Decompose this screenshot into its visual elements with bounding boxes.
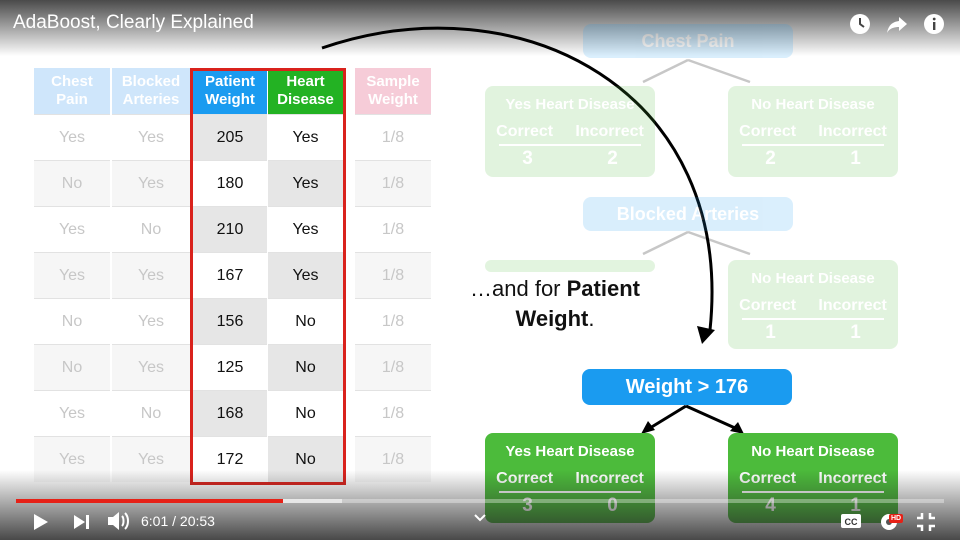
table-cell: No [34,344,110,390]
table-cell: Yes [112,298,190,344]
table-cell: Yes [34,206,110,252]
info-icon[interactable] [922,12,946,36]
tree-root-chest-pain: Chest Pain [583,24,793,58]
tree-root-blocked-arteries: Blocked Arteries [583,197,793,231]
table-cell: Yes [112,252,190,298]
table-cell: No [34,160,110,206]
chevron-down-icon[interactable] [474,513,486,523]
leaf-title: Yes Heart Disease [505,96,635,113]
leaf-title: No Heart Disease [751,96,875,113]
table-cell: 1/8 [355,206,431,252]
leaf-correct-label: Correct [496,123,554,140]
table-cell: 1/8 [355,160,431,206]
table-cell: Yes [34,252,110,298]
table-cell: 1/8 [355,252,431,298]
table-cell: 1/8 [355,390,431,436]
caption-suffix: . [588,306,595,331]
leaf-correct-value: 3 [522,148,533,169]
header-chest-pain: Chest Pain [34,68,110,114]
video-title[interactable]: AdaBoost, Clearly Explained [13,12,254,34]
volume-icon[interactable] [106,510,130,532]
tree-root-weight: Weight > 176 [582,369,792,405]
leaf-incorrect-label: Incorrect [818,297,887,314]
table-cell: Yes [34,390,110,436]
header-blocked-arteries: Blocked Arteries [112,68,190,114]
table-cell: No [34,298,110,344]
progress-played [16,499,283,503]
table-cell: 1/8 [355,344,431,390]
next-icon[interactable] [72,513,92,531]
leaf-incorrect-value: 1 [850,148,861,169]
leaf-title: No Heart Disease [751,270,875,287]
clock-icon[interactable] [848,12,872,36]
leaf-incorrect-label: Incorrect [818,123,887,140]
header-sample-weight: Sample Weight [355,68,431,114]
controls-shade [0,470,960,540]
leaf-correct-value: 2 [765,148,776,169]
column-chest-pain: Chest Pain Yes No Yes Yes No No Yes Yes [34,68,110,482]
table-cell: 1/8 [355,114,431,160]
table-cell: Yes [112,160,190,206]
tree-leaf-chest-no: No Heart Disease Correct Incorrect 2 1 [728,86,898,177]
table-cell: Yes [112,344,190,390]
column-sample-weight: Sample Weight 1/8 1/8 1/8 1/8 1/8 1/8 1/… [355,68,431,482]
table-cell: No [112,206,190,252]
highlight-box [190,68,346,485]
leaf-title: Yes Heart Disease [505,443,635,460]
table-cell: Yes [34,114,110,160]
play-icon[interactable] [30,512,50,532]
tree-leaf-blocked-yes [485,260,655,272]
caption-bold-1: Patient [566,276,640,301]
tree-leaf-chest-yes: Yes Heart Disease Correct Incorrect 3 2 [485,86,655,177]
caption-prefix: …and for [470,276,567,301]
leaf-correct-label: Correct [739,297,797,314]
exit-fullscreen-icon[interactable] [916,512,936,532]
captions-icon[interactable]: CC [840,513,862,529]
table-cell: No [112,390,190,436]
leaf-incorrect-label: Incorrect [575,123,644,140]
column-blocked-arteries: Blocked Arteries Yes Yes No Yes Yes Yes … [112,68,190,482]
tree-leaf-blocked-no: No Heart Disease Correct Incorrect 1 1 [728,260,898,349]
svg-text:CC: CC [845,517,858,527]
leaf-incorrect-value: 2 [607,148,618,169]
leaf-title: No Heart Disease [751,443,875,460]
caption-bold-2: Weight [515,306,589,331]
table-cell: Yes [112,114,190,160]
caption-text: …and for Patient Weight. [440,274,670,334]
table-cell: 1/8 [355,298,431,344]
leaf-correct-label: Correct [739,123,797,140]
time-display: 6:01 / 20:53 [141,513,215,529]
share-icon[interactable] [885,12,909,36]
leaf-correct-value: 1 [765,322,776,343]
leaf-incorrect-value: 1 [850,322,861,343]
hd-badge: HD [889,514,904,523]
